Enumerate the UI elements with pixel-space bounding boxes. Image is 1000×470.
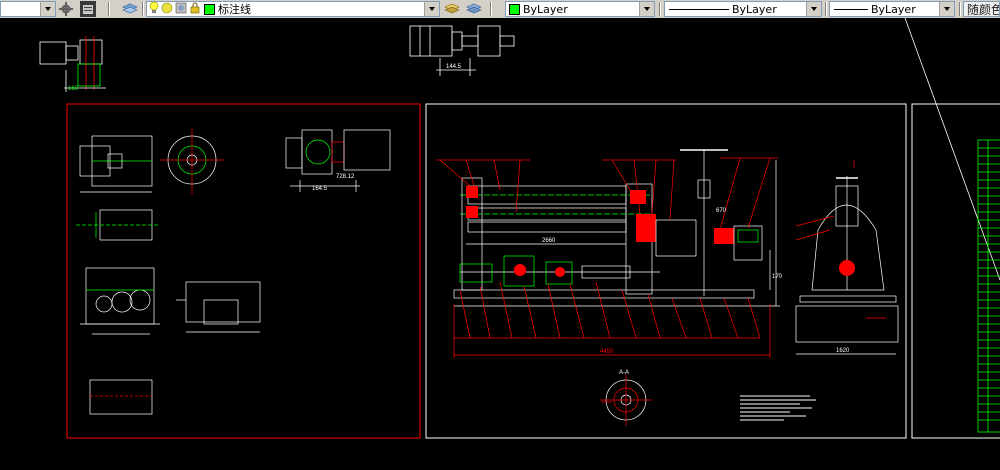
dimension-label: 170 <box>772 274 783 280</box>
technical-notes-block <box>740 395 816 421</box>
sun-icon[interactable] <box>161 2 173 16</box>
linetype-dropdown-arrow[interactable] <box>806 2 821 16</box>
workspace-dropdown[interactable] <box>40 2 55 16</box>
layer-dropdown-arrow[interactable] <box>424 2 439 16</box>
dimension-label: 4450 <box>600 349 614 355</box>
workspace-combo-edge[interactable] <box>0 1 56 17</box>
section-label: A-A <box>619 370 629 376</box>
dimension-label: 728.12 <box>336 174 355 180</box>
toolbar-separator <box>490 2 492 16</box>
freeze-icon[interactable] <box>175 2 187 16</box>
color-combo[interactable]: ByLayer <box>505 1 655 17</box>
drawing-canvas[interactable]: 160 144.5 164.5 728.12 2660 670 170 4450… <box>0 18 1000 470</box>
color-dropdown-arrow[interactable] <box>639 2 654 16</box>
plotstyle-combo[interactable]: 随颜色 <box>963 1 1000 17</box>
lineweight-label: ByLayer <box>871 2 916 16</box>
dimension-label: 1620 <box>836 348 850 354</box>
lock-icon[interactable] <box>189 2 201 16</box>
layer-manager-icon[interactable] <box>80 1 96 17</box>
layer-previous-icon[interactable] <box>466 1 482 17</box>
properties-grip-icon <box>494 1 500 17</box>
linetype-label: ByLayer <box>732 2 777 16</box>
linetype-preview <box>669 8 729 10</box>
bulb-icon[interactable] <box>149 2 159 16</box>
dimension-label: 670 <box>716 208 727 214</box>
lineweight-dropdown-arrow[interactable] <box>939 2 954 16</box>
color-swatch-icon <box>204 3 215 15</box>
dimension-label: 144.5 <box>446 64 462 70</box>
color-label: ByLayer <box>523 2 568 16</box>
dimension-label: 164.5 <box>312 186 328 192</box>
dimension-label: 160 <box>68 86 79 92</box>
color-swatch-icon <box>509 3 520 15</box>
toolbar-separator <box>142 2 144 16</box>
toolbar-separator <box>959 2 961 16</box>
properties-toolbar: 标注线 ByLayer ByLayer ByLayer 随颜色 <box>0 0 1000 19</box>
gear-icon[interactable] <box>58 1 74 17</box>
lineweight-combo[interactable]: ByLayer <box>829 1 955 17</box>
dimension-label: 2660 <box>542 238 556 244</box>
toolbar-separator <box>659 2 661 16</box>
lineweight-preview <box>834 8 868 10</box>
linetype-combo[interactable]: ByLayer <box>664 1 822 17</box>
toolbar-separator <box>825 2 827 16</box>
toolbar-separator <box>108 2 110 16</box>
plotstyle-label: 随颜色 <box>967 2 1000 17</box>
layer-combo[interactable]: 标注线 <box>146 1 440 17</box>
current-layer-name: 标注线 <box>218 3 251 16</box>
make-current-layer-icon[interactable] <box>444 1 460 17</box>
layers-icon[interactable] <box>122 1 138 17</box>
